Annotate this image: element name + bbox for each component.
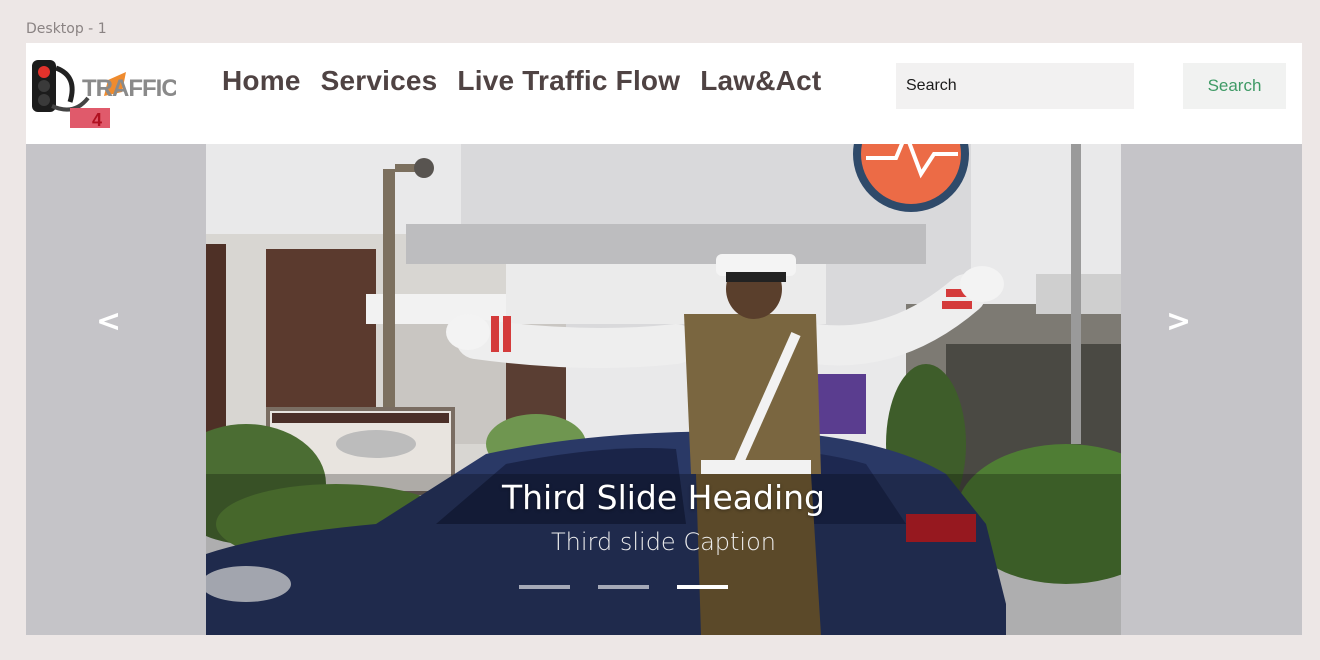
traffic-light-logo-icon: 4 TRAFFIC	[32, 60, 179, 130]
nav-live-traffic-flow-link[interactable]: Live Traffic Flow	[457, 65, 680, 97]
carousel-slide: Third Slide Heading Third slide Caption	[206, 144, 1121, 635]
nav-home-link[interactable]: Home	[222, 65, 301, 97]
slide-heading: Third Slide Heading	[501, 478, 825, 517]
logo-text: TRAFFIC	[82, 75, 176, 102]
carousel-indicator-2[interactable]	[598, 585, 649, 589]
carousel-indicator-1[interactable]	[519, 585, 570, 589]
search-button[interactable]: Search	[1183, 63, 1286, 109]
page-canvas: 4 TRAFFIC Home Services Live Traffic Flo…	[26, 43, 1302, 635]
traffic-police-photo	[206, 144, 1121, 635]
nav-links: Home Services Live Traffic Flow Law&Act	[222, 65, 821, 97]
carousel-prev-arrow[interactable]: <	[96, 304, 121, 339]
navbar: 4 TRAFFIC Home Services Live Traffic Flo…	[26, 43, 1302, 144]
carousel-indicators	[519, 585, 728, 589]
frame-label: Desktop - 1	[26, 21, 107, 37]
hero-carousel: < > Third Slide Heading Third slide Capt…	[26, 144, 1302, 635]
logo-badge: 4	[92, 110, 102, 130]
nav-services-link[interactable]: Services	[321, 65, 438, 97]
search-input[interactable]	[896, 63, 1134, 109]
nav-law-act-link[interactable]: Law&Act	[700, 65, 821, 97]
slide-caption: Third slide Caption	[551, 528, 776, 556]
traffic-logo[interactable]: 4 TRAFFIC	[26, 58, 179, 130]
carousel-indicator-3[interactable]	[677, 585, 728, 589]
carousel-next-arrow[interactable]: >	[1166, 304, 1191, 339]
